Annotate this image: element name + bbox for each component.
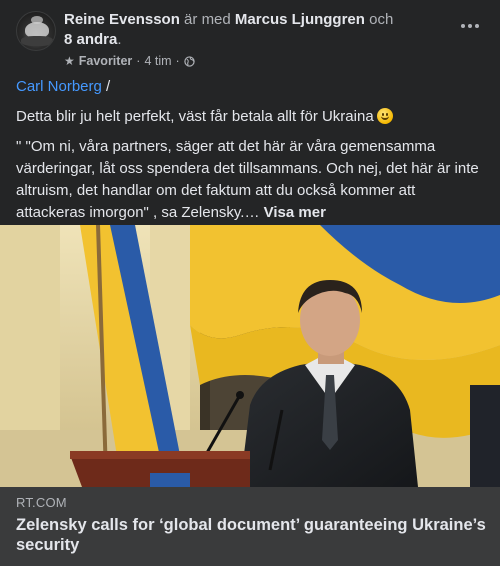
with-text: är med	[179, 11, 235, 28]
others-link[interactable]: 8 andra	[64, 31, 117, 48]
author-avatar[interactable]	[16, 11, 56, 51]
facebook-post: Reine Evensson är med Marcus Ljunggren o…	[0, 0, 500, 566]
post-meta: ★ Favoriter · 4 tim ·	[64, 54, 195, 68]
link-headline[interactable]: Zelensky calls for ‘global document’ gua…	[16, 515, 486, 555]
author-name[interactable]: Reine Evensson	[64, 11, 180, 28]
mention-link[interactable]: Carl Norberg	[16, 78, 102, 95]
post-quote: " "Om ni, våra partners, säger att det h…	[16, 136, 486, 224]
post-text: Carl Norberg / Detta blir ju helt perfek…	[16, 76, 486, 224]
post-time[interactable]: 4 tim	[144, 54, 171, 68]
star-icon: ★	[64, 54, 75, 68]
period: .	[117, 31, 122, 48]
globe-icon	[184, 55, 195, 67]
author-line: Reine Evensson är med Marcus Ljunggren o…	[64, 10, 424, 50]
link-source: RT.COM	[16, 495, 67, 510]
post-quote-text: " "Om ni, våra partners, säger att det h…	[16, 138, 479, 221]
link-preview[interactable]: RT.COM Zelensky calls for ‘global docume…	[0, 487, 500, 566]
post-line-1-text: Detta blir ju helt perfekt, väst får bet…	[16, 108, 374, 125]
post-line-1: Detta blir ju helt perfekt, väst får bet…	[16, 106, 486, 128]
more-icon	[461, 24, 465, 28]
audience-label[interactable]: Favoriter	[79, 54, 133, 68]
meta-separator: ·	[175, 54, 180, 68]
mention-slash: /	[101, 78, 111, 95]
smile-emoji-icon	[376, 108, 393, 124]
meta-separator: ·	[136, 54, 141, 68]
post-header: Reine Evensson är med Marcus Ljunggren o…	[16, 10, 484, 72]
more-options-button[interactable]	[456, 18, 484, 34]
and-text: och	[364, 11, 394, 28]
see-more-link[interactable]: Visa mer	[264, 204, 326, 221]
zelensky-photo	[0, 225, 500, 487]
link-image[interactable]	[0, 225, 500, 487]
tagged-person[interactable]: Marcus Ljunggren	[235, 11, 365, 28]
